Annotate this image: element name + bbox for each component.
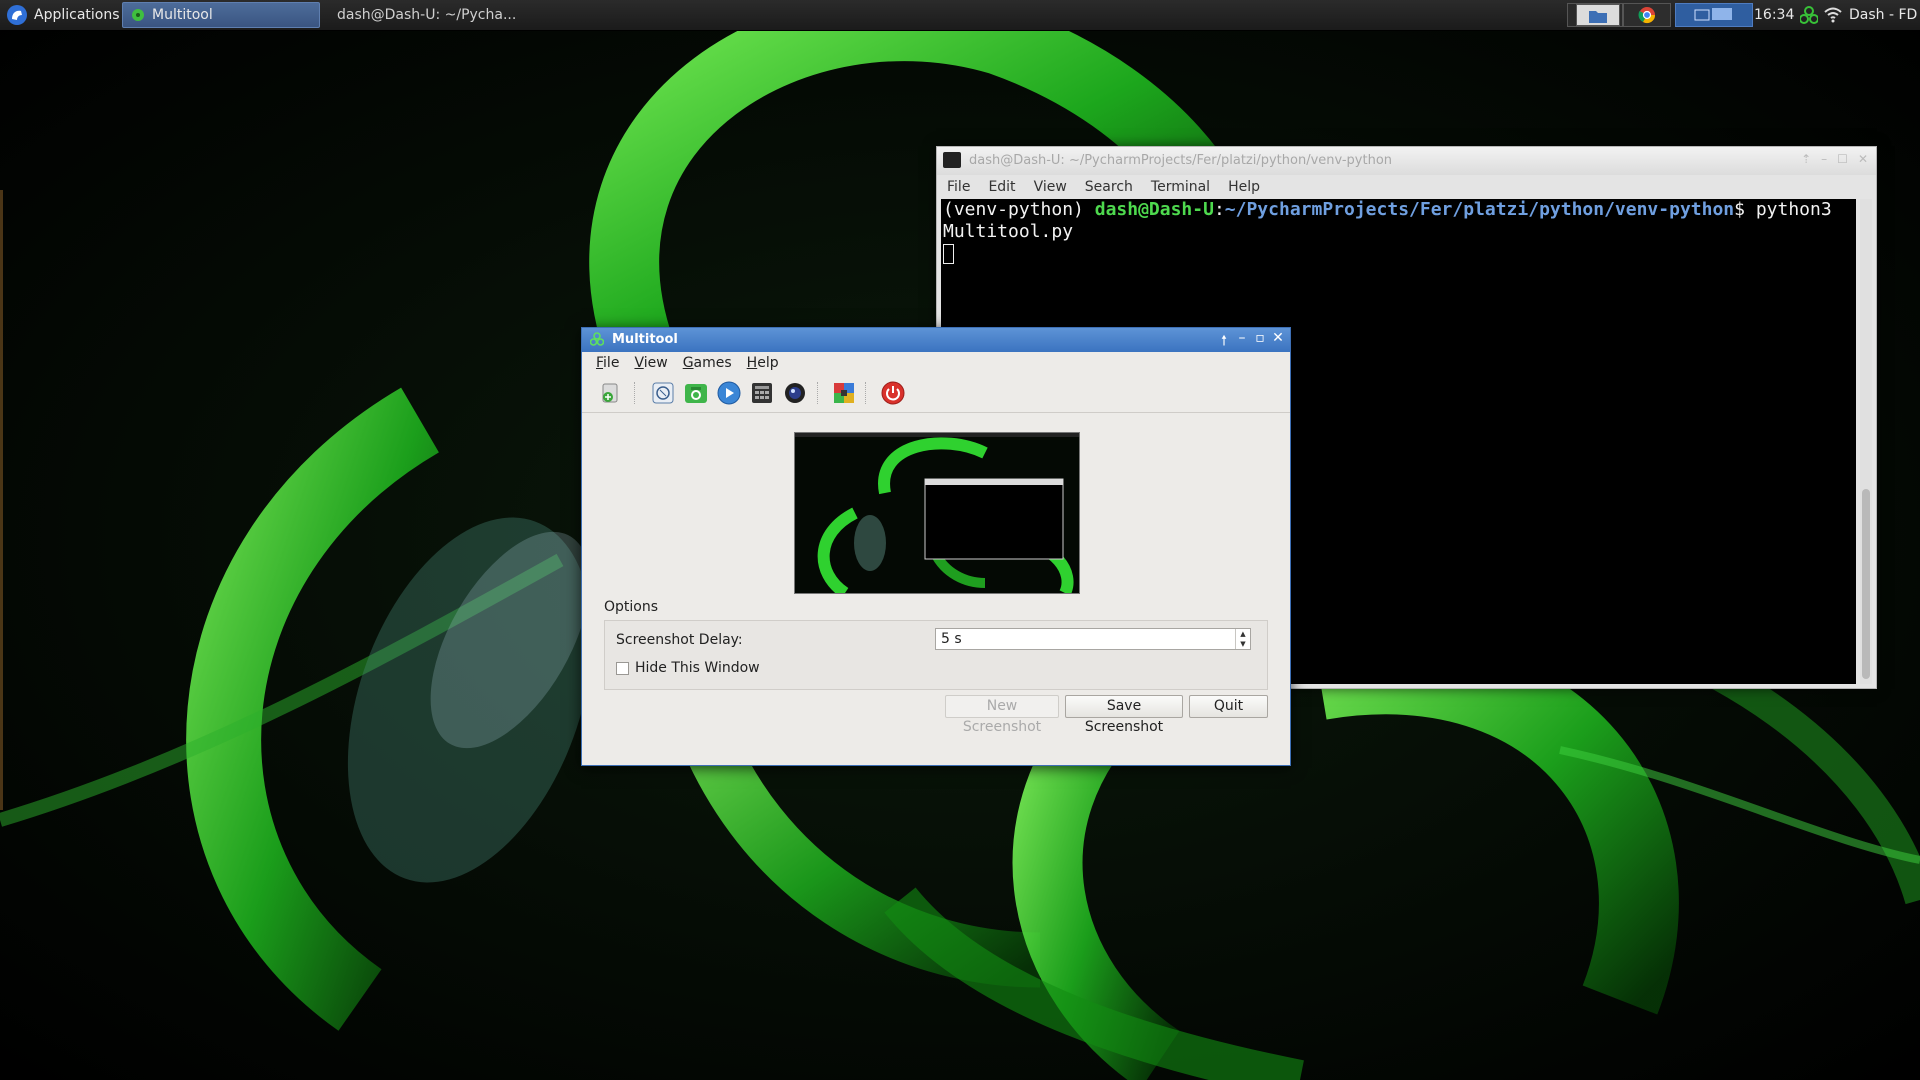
options-group: Screenshot Delay: 5 s ▲ ▼ Hide This Wind… (604, 620, 1268, 690)
camera-icon[interactable] (684, 381, 708, 405)
menu-terminal[interactable]: Terminal (1151, 179, 1210, 195)
options-label: Options (604, 599, 659, 615)
calculator-icon[interactable] (750, 381, 774, 405)
menu-help[interactable]: Help (747, 355, 779, 371)
color-grid-icon[interactable] (832, 381, 856, 405)
maximize-button[interactable]: ▫ (1254, 330, 1266, 354)
toolbar-separator (634, 382, 636, 404)
clipboard-icon[interactable] (651, 381, 675, 405)
minimize-button[interactable]: – (1236, 330, 1248, 354)
play-icon[interactable] (717, 381, 741, 405)
taskbar-item-label: dash@Dash-U: ~/Pycha... (337, 7, 517, 23)
menu-view[interactable]: View (634, 355, 667, 371)
maximize-button[interactable]: ☐ (1837, 152, 1848, 166)
save-screenshot-button[interactable]: Save Screenshot (1065, 695, 1183, 735)
prompt-path: ~/PycharmProjects/Fer/platzi/python/venv… (1224, 199, 1735, 220)
spin-up-icon[interactable]: ▲ (1236, 629, 1250, 639)
menu-search[interactable]: Search (1085, 179, 1133, 195)
multitool-app-icon (132, 9, 144, 21)
terminal-menubar: File Edit View Search Terminal Help (937, 175, 1876, 199)
menu-help[interactable]: Help (1228, 179, 1260, 195)
terminal-title: dash@Dash-U: ~/PycharmProjects/Fer/platz… (969, 153, 1393, 168)
workspace-switcher-icon (1694, 8, 1732, 21)
install-icon[interactable] (598, 381, 622, 405)
browser-launcher[interactable] (1623, 3, 1671, 27)
prompt-env: (venv-python) (943, 199, 1084, 220)
menu-file[interactable]: File (596, 355, 619, 371)
chrome-icon (1638, 7, 1656, 24)
menu-file[interactable]: File (947, 179, 970, 195)
spin-down-icon[interactable]: ▼ (1236, 639, 1250, 649)
taskbar-item-terminal[interactable]: dash@Dash-U: ~/Pycha... (322, 2, 522, 28)
workspace-switcher[interactable] (1675, 3, 1753, 27)
toolbar-separator (817, 382, 819, 404)
power-icon[interactable] (881, 381, 905, 405)
multitool-titlebar[interactable]: Multitool 🠕 – ▫ ✕ (582, 328, 1290, 352)
biohazard-tray-icon[interactable] (1800, 6, 1818, 24)
multitool-window[interactable]: Multitool 🠕 – ▫ ✕ File View Games Help O… (581, 327, 1291, 766)
quit-button[interactable]: Quit (1189, 695, 1268, 718)
toolbar-separator (865, 382, 867, 404)
hide-window-checkbox[interactable] (616, 662, 629, 675)
user-menu[interactable]: Dash - FD (1849, 0, 1917, 30)
minimize-button[interactable]: – (1821, 152, 1827, 166)
window-controls: 🠕 – ▫ ✕ (1218, 330, 1284, 354)
hide-window-label[interactable]: Hide This Window (635, 660, 760, 676)
new-screenshot-button[interactable]: New Screenshot (945, 695, 1059, 735)
window-title: Multitool (612, 332, 678, 347)
menu-edit[interactable]: Edit (988, 179, 1015, 195)
file-manager-launcher[interactable] (1576, 4, 1620, 26)
prompt-user: dash@Dash-U (1094, 199, 1214, 220)
applications-menu-button[interactable]: Applications (4, 0, 128, 30)
terminal-scrollbar[interactable] (1860, 199, 1872, 684)
terminal-titlebar[interactable]: dash@Dash-U: ~/PycharmProjects/Fer/platz… (937, 147, 1876, 175)
screenshot-preview (794, 432, 1080, 594)
wifi-icon[interactable] (1824, 7, 1842, 23)
terminal-cursor (943, 244, 954, 264)
biohazard-icon (590, 332, 604, 346)
terminal-line-2: Multitool.py (943, 221, 1074, 242)
menu-view[interactable]: View (1034, 179, 1067, 195)
shade-button[interactable]: 🠕 (1218, 330, 1230, 354)
close-button[interactable]: ✕ (1272, 330, 1284, 354)
taskbar-item-multitool[interactable]: Multitool (122, 2, 320, 28)
screenshot-delay-label: Screenshot Delay: (616, 632, 743, 648)
file-manager-icon (1589, 11, 1607, 23)
xfce-mouse-icon (7, 5, 27, 25)
prompt-command: $ python3 (1734, 199, 1832, 220)
prompt-colon: : (1213, 199, 1225, 220)
screenshot-delay-spinbox[interactable]: 5 s ▲ ▼ (935, 628, 1251, 650)
scrollbar-thumb[interactable] (1862, 489, 1870, 679)
menu-games[interactable]: Games (683, 355, 732, 371)
delay-value: 5 s (941, 631, 962, 647)
top-panel: Applications Multitool dash@Dash-U: ~/Py… (0, 0, 1920, 31)
clock[interactable]: 16:34 (1754, 0, 1794, 30)
applications-label: Applications (34, 7, 120, 23)
close-button[interactable]: ✕ (1858, 152, 1868, 166)
desktop-edge-line (0, 190, 3, 810)
terminal-icon (943, 152, 961, 168)
window-controls: ⇡ – ☐ ✕ (1801, 152, 1868, 166)
shade-button[interactable]: ⇡ (1801, 152, 1811, 166)
spin-arrows[interactable]: ▲ ▼ (1235, 629, 1250, 649)
terminal-line-1: (venv-python) dash@Dash-U:~/PycharmProje… (943, 199, 1854, 221)
multitool-menubar: File View Games Help (582, 352, 1290, 374)
webcam-icon[interactable] (783, 381, 807, 405)
taskbar-item-label: Multitool (152, 7, 213, 23)
multitool-toolbar (582, 374, 1290, 413)
